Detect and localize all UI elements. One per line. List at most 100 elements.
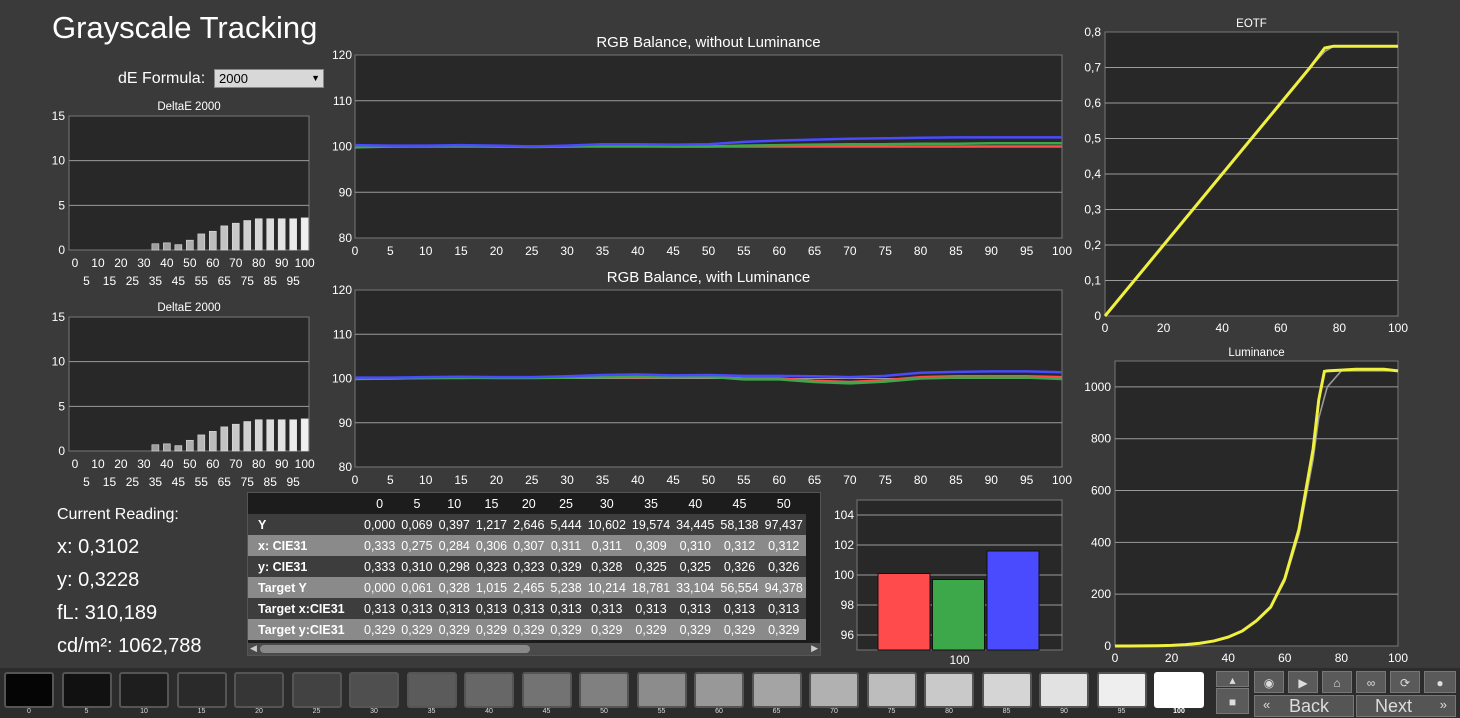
delta-ytick: 0 — [58, 243, 65, 257]
rgb-xtick: 70 — [843, 244, 857, 258]
play-icon[interactable]: ▶ — [1288, 671, 1318, 693]
delta-xtick: 25 — [126, 274, 140, 288]
patch-10[interactable] — [119, 672, 169, 708]
rgb-xtick: 60 — [773, 244, 787, 258]
curve-ytick: 800 — [1091, 432, 1111, 446]
scroll-up-icon[interactable]: ▴ — [1216, 671, 1249, 687]
delta-bar — [220, 426, 229, 452]
patch-0[interactable] — [4, 672, 54, 708]
table-cell: 0,284 — [435, 535, 473, 556]
patch-50[interactable] — [579, 672, 629, 708]
settings-icon[interactable]: ● — [1424, 671, 1456, 693]
table-row: Target Y 0,000 0,061 0,328 1,015 2,465 5,238 10… — [248, 577, 806, 598]
patch-15[interactable] — [176, 672, 227, 708]
rgb-bar-ytick: 96 — [841, 628, 855, 642]
patch-60[interactable] — [694, 672, 744, 708]
patch-35[interactable] — [406, 672, 457, 708]
delta-bar — [197, 434, 206, 452]
patch-100[interactable] — [1154, 672, 1204, 708]
table-cell: 0,313 — [510, 598, 548, 619]
table-scrollbar[interactable]: ◀ ▶ — [248, 643, 820, 655]
table-cell: 1,217 — [472, 514, 511, 535]
rgb-xtick: 55 — [737, 473, 751, 487]
delta-xtick: 80 — [252, 457, 266, 471]
patch-70[interactable] — [809, 672, 859, 708]
delta-xtick: 70 — [229, 256, 243, 270]
back-button[interactable]: « Back — [1254, 695, 1354, 717]
rgb-xtick: 90 — [985, 244, 999, 258]
patch-95[interactable] — [1096, 672, 1147, 708]
delta-xtick: 90 — [275, 256, 289, 270]
delta-xtick: 30 — [137, 457, 151, 471]
delta-xtick: 25 — [126, 475, 140, 489]
rgb-ytick: 80 — [339, 460, 353, 474]
patch-90[interactable] — [1039, 672, 1089, 708]
next-button[interactable]: » Next — [1356, 695, 1456, 717]
rgb-bar-green — [932, 579, 985, 651]
table-row: Y 0,000 0,069 0,397 1,217 2,646 5,444 10,602 19,… — [248, 514, 806, 535]
rgb-xtick: 50 — [702, 473, 716, 487]
rgb-xtick: 5 — [387, 244, 394, 258]
delta-xtick: 100 — [295, 256, 315, 270]
table-cell: 0,313 — [628, 598, 674, 619]
table-cell: 58,138 — [717, 514, 762, 535]
patch-80[interactable] — [924, 672, 974, 708]
curve-ytick: 200 — [1091, 587, 1111, 601]
patch-75[interactable] — [866, 672, 917, 708]
rgb-xtick: 15 — [454, 473, 468, 487]
table-cell: 0,329 — [547, 619, 585, 640]
refresh-icon[interactable]: ⟳ — [1390, 671, 1420, 693]
delta-bar — [163, 242, 171, 251]
curve-ytick: 0 — [1094, 309, 1101, 323]
table-cell: 0,326 — [717, 556, 762, 577]
rgb-xtick: 45 — [666, 473, 680, 487]
record-icon[interactable]: ◉ — [1254, 671, 1284, 693]
table-cell: 1,015 — [472, 577, 511, 598]
patch-bar: 0 5 10 15 20 25 30 35 40 45 50 55 60 65 70 75 80 85 90 95 10… — [0, 668, 1460, 718]
table-cell: 0,312 — [761, 535, 806, 556]
table-cell: 5,444 — [547, 514, 585, 535]
scroll-left-icon[interactable]: ◀ — [250, 643, 257, 654]
patch-45[interactable] — [521, 672, 572, 708]
delta-bar — [208, 431, 217, 452]
table-cell: 0,313 — [717, 598, 762, 619]
scroll-right-icon[interactable]: ▶ — [811, 643, 818, 654]
patch-label: 60 — [715, 708, 723, 715]
patch-20[interactable] — [234, 672, 284, 708]
scrollbar-thumb[interactable] — [260, 645, 530, 653]
table-cell: 0,333 — [361, 556, 399, 577]
delta-bar — [231, 423, 240, 452]
back-label: Back — [1289, 696, 1330, 716]
patch-85[interactable] — [981, 672, 1032, 708]
delta-xtick: 10 — [91, 256, 105, 270]
rgb-xtick: 80 — [914, 244, 928, 258]
patch-5[interactable] — [61, 672, 112, 708]
rgb-ytick: 100 — [332, 372, 352, 386]
table-header: 30 — [584, 493, 629, 514]
delta-xtick: 30 — [137, 256, 151, 270]
loop-icon[interactable]: ∞ — [1356, 671, 1386, 693]
save-icon[interactable]: ⌂ — [1322, 671, 1352, 693]
patch-30[interactable] — [349, 672, 399, 708]
delta-xtick: 100 — [295, 457, 315, 471]
delta-bar — [174, 445, 183, 452]
delta-xtick: 15 — [103, 274, 117, 288]
delta-bar — [208, 230, 217, 251]
patch-55[interactable] — [636, 672, 687, 708]
table-cell: 18,781 — [628, 577, 674, 598]
delta-xtick: 10 — [91, 457, 105, 471]
reading-fl: fL: 310,189 — [57, 602, 158, 624]
stop-measure-icon[interactable]: ■ — [1216, 688, 1249, 714]
table-row-label: Target Y — [248, 577, 361, 598]
table-cell: 0,325 — [628, 556, 674, 577]
rgb-bar-ytick: 102 — [834, 538, 854, 552]
table-cell: 0,323 — [510, 556, 548, 577]
rgb-xtick: 30 — [560, 244, 574, 258]
patch-25[interactable] — [291, 672, 342, 708]
patch-40[interactable] — [464, 672, 514, 708]
delta-xtick: 45 — [172, 274, 186, 288]
rgb-xtick: 95 — [1020, 473, 1034, 487]
patch-65[interactable] — [751, 672, 802, 708]
delta-xtick: 90 — [275, 457, 289, 471]
table-cell: 0,329 — [472, 619, 511, 640]
